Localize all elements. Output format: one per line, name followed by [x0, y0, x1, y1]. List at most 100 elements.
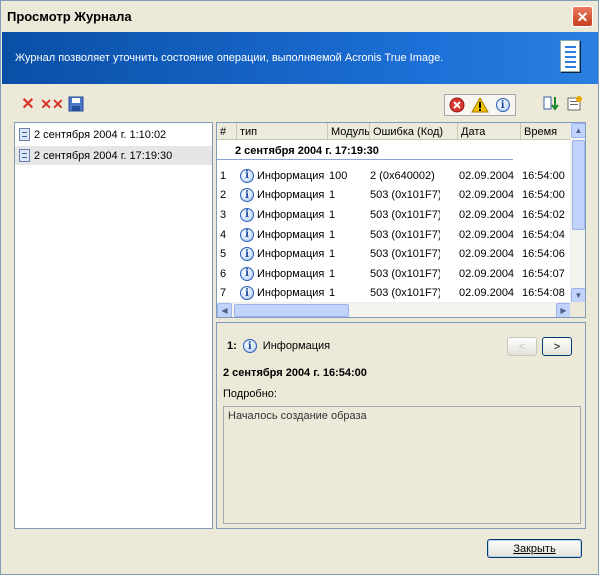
horizontal-scrollbar[interactable]: ◀ ▶ [217, 302, 571, 317]
cell-num: 5 [220, 248, 227, 261]
info-banner: Журнал позволяет уточнить состояние опер… [2, 32, 598, 84]
right-toolbar [542, 94, 584, 112]
cell-time: 16:54:08 [522, 287, 565, 300]
vertical-scrollbar[interactable]: ▲ ▼ [570, 123, 585, 303]
cell-type: Информация [257, 228, 325, 241]
column-header-num[interactable]: # [217, 123, 237, 140]
info-icon: i [240, 266, 254, 281]
sort-icon[interactable] [542, 94, 560, 112]
scroll-up-icon[interactable]: ▲ [571, 123, 585, 138]
log-session-icon [19, 149, 30, 162]
window-title: Просмотр Журнала [7, 8, 132, 24]
log-viewer-window: Просмотр Журнала ✕ Журнал позволяет уточ… [0, 0, 599, 575]
log-session-icon [19, 128, 30, 141]
cell-time: 16:54:00 [522, 189, 565, 202]
cell-type: Информация [257, 189, 325, 202]
detail-date: 2 сентября 2004 г. 16:54:00 [223, 367, 367, 379]
info-icon: i [240, 207, 254, 222]
cell-error: 503 (0x101F7) [370, 248, 440, 261]
delete-icon[interactable]: ✕ [19, 95, 37, 113]
event-table: # тип Модуль Ошибка (Код) Дата Время 2 с… [216, 122, 586, 318]
scroll-down-icon[interactable]: ▼ [571, 288, 585, 303]
close-window-button[interactable]: ✕ [572, 6, 593, 27]
info-icon: i [242, 339, 257, 353]
table-row[interactable]: 7 i Информация 1 503 (0x101F7) 02.09.200… [217, 284, 571, 304]
log-document-icon [560, 40, 580, 72]
table-rows: 1 i Информация 100 2 (0x640002) 02.09.20… [217, 166, 571, 303]
cell-module: 1 [329, 267, 336, 280]
cell-num: 6 [220, 267, 227, 280]
detail-header: 1: i Информация [227, 339, 330, 353]
session-toolbar: ✕ ✕✕ [19, 95, 85, 113]
group-header: 2 сентября 2004 г. 17:19:30 [217, 142, 513, 160]
properties-icon[interactable] [566, 94, 584, 112]
scroll-left-icon[interactable]: ◀ [217, 303, 232, 317]
table-row[interactable]: 3 i Информация 1 503 (0x101F7) 02.09.200… [217, 205, 571, 225]
cell-date: 02.09.2004 [459, 228, 515, 241]
cell-type: Информация [257, 248, 325, 261]
info-icon: i [240, 188, 254, 203]
cell-type: Информация [257, 287, 325, 300]
cell-module: 1 [329, 228, 336, 241]
vertical-scroll-thumb[interactable] [572, 140, 585, 230]
scroll-corner [570, 302, 585, 317]
cell-num: 2 [220, 189, 227, 202]
detail-text: Началось создание образа [223, 406, 581, 524]
cell-time: 16:54:04 [522, 228, 565, 241]
info-icon: i [240, 286, 254, 301]
cell-error: 503 (0x101F7) [370, 189, 440, 202]
session-item[interactable]: 2 сентября 2004 г. 17:19:30 [15, 146, 212, 165]
column-header-type[interactable]: тип [237, 123, 328, 140]
info-icon: i [240, 247, 254, 262]
cell-module: 1 [329, 248, 336, 261]
cell-num: 4 [220, 228, 227, 241]
detail-type: Информация [262, 340, 331, 352]
cell-date: 02.09.2004 [459, 248, 515, 261]
close-button[interactable]: Закрыть [487, 539, 582, 558]
column-header-module[interactable]: Модуль [328, 123, 370, 140]
info-icon: i [240, 227, 254, 242]
session-list: 2 сентября 2004 г. 1:10:02 2 сентября 20… [14, 122, 213, 529]
cell-module: 1 [329, 189, 336, 202]
cell-date: 02.09.2004 [459, 267, 515, 280]
column-header-time[interactable]: Время [521, 123, 571, 140]
save-icon[interactable] [67, 95, 85, 113]
table-row[interactable]: 5 i Информация 1 503 (0x101F7) 02.09.200… [217, 244, 571, 264]
event-detail-panel: 1: i Информация < > 2 сентября 2004 г. 1… [216, 322, 586, 529]
table-row[interactable]: 2 i Информация 1 503 (0x101F7) 02.09.200… [217, 186, 571, 206]
cell-time: 16:54:06 [522, 248, 565, 261]
cell-module: 100 [329, 169, 348, 182]
cell-date: 02.09.2004 [459, 208, 515, 221]
cell-date: 02.09.2004 [459, 169, 515, 182]
table-row[interactable]: 4 i Информация 1 503 (0x101F7) 02.09.200… [217, 225, 571, 245]
cell-error: 2 (0x640002) [370, 169, 435, 182]
title-bar: Просмотр Журнала ✕ [1, 1, 598, 31]
session-item[interactable]: 2 сентября 2004 г. 1:10:02 [15, 125, 212, 144]
cell-error: 503 (0x101F7) [370, 208, 440, 221]
cell-module: 1 [329, 287, 336, 300]
session-label: 2 сентября 2004 г. 17:19:30 [34, 149, 173, 162]
scroll-right-icon[interactable]: ▶ [556, 303, 571, 317]
cell-error: 503 (0x101F7) [370, 287, 440, 300]
cell-num: 7 [220, 287, 227, 300]
column-header-date[interactable]: Дата [458, 123, 521, 140]
cell-type: Информация [257, 208, 325, 221]
warning-filter-icon[interactable] [470, 96, 490, 114]
horizontal-scroll-thumb[interactable] [234, 304, 349, 317]
next-event-button[interactable]: > [542, 337, 572, 356]
cell-type: Информация [257, 169, 325, 182]
cell-num: 1 [220, 169, 227, 182]
detail-label: Подробно: [223, 388, 277, 400]
info-filter-icon[interactable]: i [493, 96, 513, 114]
cell-error: 503 (0x101F7) [370, 267, 440, 280]
close-icon: ✕ [576, 8, 589, 25]
cell-date: 02.09.2004 [459, 189, 515, 202]
table-row[interactable]: 6 i Информация 1 503 (0x101F7) 02.09.200… [217, 264, 571, 284]
delete-all-icon[interactable]: ✕✕ [40, 95, 63, 113]
column-header-error[interactable]: Ошибка (Код) [370, 123, 458, 140]
table-row[interactable]: 1 i Информация 100 2 (0x640002) 02.09.20… [217, 166, 571, 186]
cell-num: 3 [220, 208, 227, 221]
detail-number: 1: [227, 340, 237, 352]
error-filter-icon[interactable] [447, 96, 467, 114]
previous-event-button[interactable]: < [507, 337, 537, 356]
